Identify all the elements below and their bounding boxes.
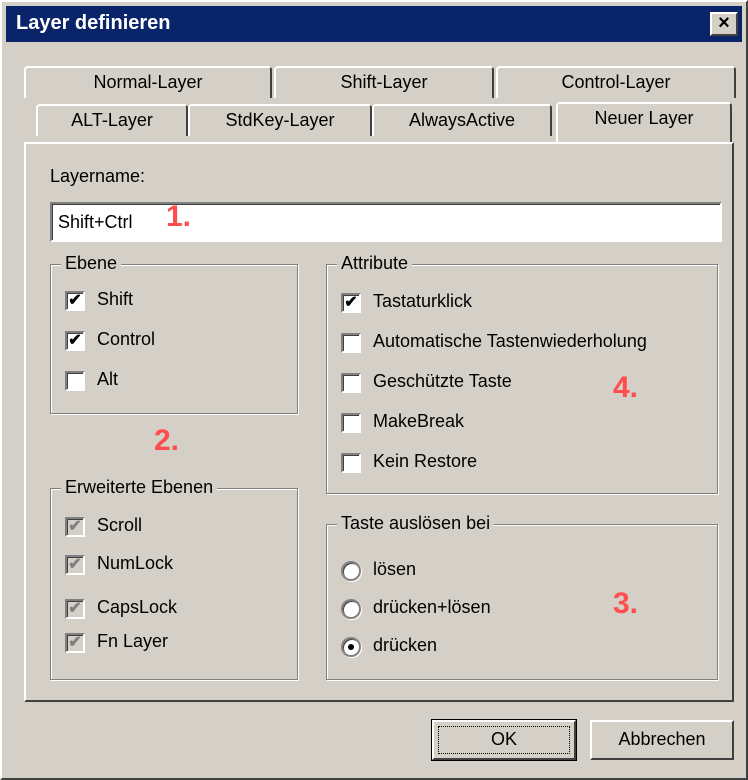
tab-alt-layer[interactable]: ALT-Layer	[36, 104, 188, 136]
radio-loesen-label: lösen	[373, 559, 417, 579]
radio-loesen-circle[interactable]	[341, 561, 361, 581]
checkbox-scroll-label: Scroll	[97, 515, 143, 535]
attribute-legend: Attribute	[337, 253, 413, 274]
tab-neuer-layer[interactable]: Neuer Layer	[556, 102, 732, 142]
erweiterte-ebenen-group: Erweiterte Ebenen ✔ Scroll ✔ NumLock ✔ C…	[50, 477, 298, 680]
layername-label: Layername:	[50, 166, 146, 186]
layername-input[interactable]: Shift+Ctrl	[50, 202, 722, 242]
checkbox-scroll-box[interactable]: ✔	[65, 517, 85, 537]
trigger-legend: Taste auslösen bei	[337, 513, 495, 534]
checkbox-fn-layer-label: Fn Layer	[97, 631, 169, 651]
title-bar[interactable]: Layer definieren ×	[6, 6, 742, 42]
checkbox-fn-layer-box[interactable]: ✔	[65, 633, 85, 653]
checkbox-capslock-label: CapsLock	[97, 597, 178, 617]
layername-value: Shift+Ctrl	[58, 212, 133, 232]
annotation-4: 4.	[613, 371, 639, 404]
checkbox-tastaturklick-box[interactable]: ✔	[341, 293, 361, 313]
checkbox-control-label: Control	[97, 329, 156, 349]
checkbox-makebreak-box[interactable]	[341, 413, 361, 433]
annotation-1: 1.	[166, 200, 192, 233]
window-title: Layer definieren	[16, 12, 171, 34]
annotation-3: 3.	[613, 587, 639, 620]
checkbox-numlock-label: NumLock	[97, 553, 174, 573]
dialog-window: Layer definieren × Normal-Layer Shift-La…	[0, 0, 748, 780]
checkbox-geschuetzte-taste-label: Geschützte Taste	[373, 371, 512, 391]
radio-druecken-loesen-label: drücken+lösen	[373, 597, 491, 617]
checkbox-numlock-box[interactable]: ✔	[65, 555, 85, 575]
ebene-group: Ebene ✔ Shift ✔ Control Alt	[50, 253, 298, 414]
tab-normal-layer[interactable]: Normal-Layer	[24, 66, 272, 98]
checkbox-geschuetzte-taste-box[interactable]	[341, 373, 361, 393]
checkbox-makebreak-label: MakeBreak	[373, 411, 465, 431]
trigger-group: Taste auslösen bei lösen drücken+lösen d…	[326, 513, 718, 680]
checkbox-tastenwiederholung-label: Automatische Tastenwiederholung	[373, 331, 647, 351]
tab-panel: Layername: Shift+Ctrl 1. Ebene ✔ Shift ✔…	[24, 142, 734, 702]
erweiterte-legend: Erweiterte Ebenen	[61, 477, 218, 498]
close-button[interactable]: ×	[710, 12, 738, 36]
tab-control-layer[interactable]: Control-Layer	[496, 66, 736, 98]
attribute-group: Attribute ✔ Tastaturklick Automatische T…	[326, 253, 718, 494]
checkbox-tastaturklick-label: Tastaturklick	[373, 291, 473, 311]
tab-alwaysactive[interactable]: AlwaysActive	[372, 104, 552, 136]
checkbox-shift-label: Shift	[97, 289, 134, 309]
checkbox-tastenwiederholung-box[interactable]	[341, 333, 361, 353]
ok-button[interactable]: OK	[431, 719, 577, 761]
ebene-legend: Ebene	[61, 253, 122, 274]
checkbox-shift-box[interactable]: ✔	[65, 291, 85, 311]
checkbox-alt-box[interactable]	[65, 371, 85, 391]
radio-druecken-loesen-circle[interactable]	[341, 599, 361, 619]
checkbox-alt-label: Alt	[97, 369, 119, 389]
checkbox-kein-restore-label: Kein Restore	[373, 451, 478, 471]
radio-druecken-circle[interactable]	[341, 637, 361, 657]
tab-stdkey-layer[interactable]: StdKey-Layer	[188, 104, 372, 136]
ok-focus-rect	[438, 726, 570, 754]
annotation-2: 2.	[154, 424, 180, 457]
radio-druecken-label: drücken	[373, 635, 438, 655]
radio-selected-dot	[348, 644, 354, 650]
checkbox-control-box[interactable]: ✔	[65, 331, 85, 351]
cancel-button[interactable]: Abbrechen	[590, 720, 734, 760]
checkbox-kein-restore-box[interactable]	[341, 453, 361, 473]
tab-shift-layer[interactable]: Shift-Layer	[274, 66, 494, 98]
checkbox-capslock-box[interactable]: ✔	[65, 599, 85, 619]
